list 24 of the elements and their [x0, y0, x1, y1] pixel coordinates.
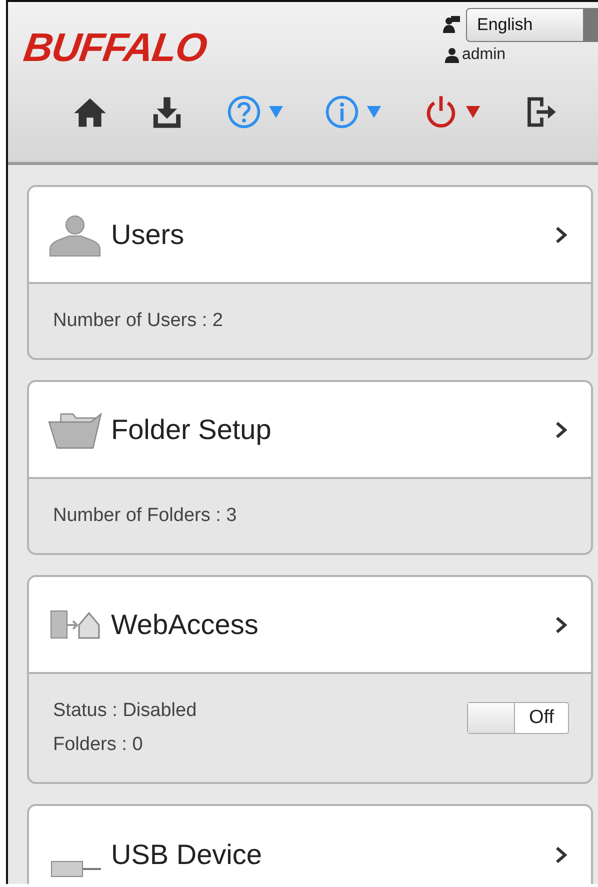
- info-text: Number of Users : 2: [53, 310, 223, 332]
- card-header-link[interactable]: USB Device: [29, 806, 591, 884]
- user-silhouette-icon: [47, 212, 103, 256]
- info-icon: [325, 95, 360, 129]
- chevron-right-icon: [555, 846, 567, 864]
- card-header-link[interactable]: Users: [29, 187, 591, 284]
- info-text: Number of Folders : 3: [53, 505, 237, 527]
- caret-icon: [367, 106, 382, 118]
- caret-icon: [466, 106, 480, 118]
- info-text: Status : Disabled: [53, 700, 197, 722]
- chevron-right-icon: [555, 616, 567, 634]
- card-header-link[interactable]: WebAccess: [29, 577, 591, 674]
- person-at-monitor-icon: [442, 15, 462, 35]
- help-icon: [226, 95, 261, 129]
- user-icon: [444, 47, 460, 63]
- info-text: Folders : 0: [53, 734, 144, 756]
- card-header-link[interactable]: Folder Setup: [29, 382, 591, 479]
- chevron-right-icon: [555, 420, 567, 438]
- username-label: admin: [462, 46, 506, 64]
- language-select[interactable]: English: [466, 8, 598, 42]
- chevron-right-icon: [555, 226, 567, 244]
- logo: BUFFALO: [20, 26, 210, 71]
- caret-icon: [268, 106, 283, 118]
- toggle-switch[interactable]: Off: [467, 702, 569, 734]
